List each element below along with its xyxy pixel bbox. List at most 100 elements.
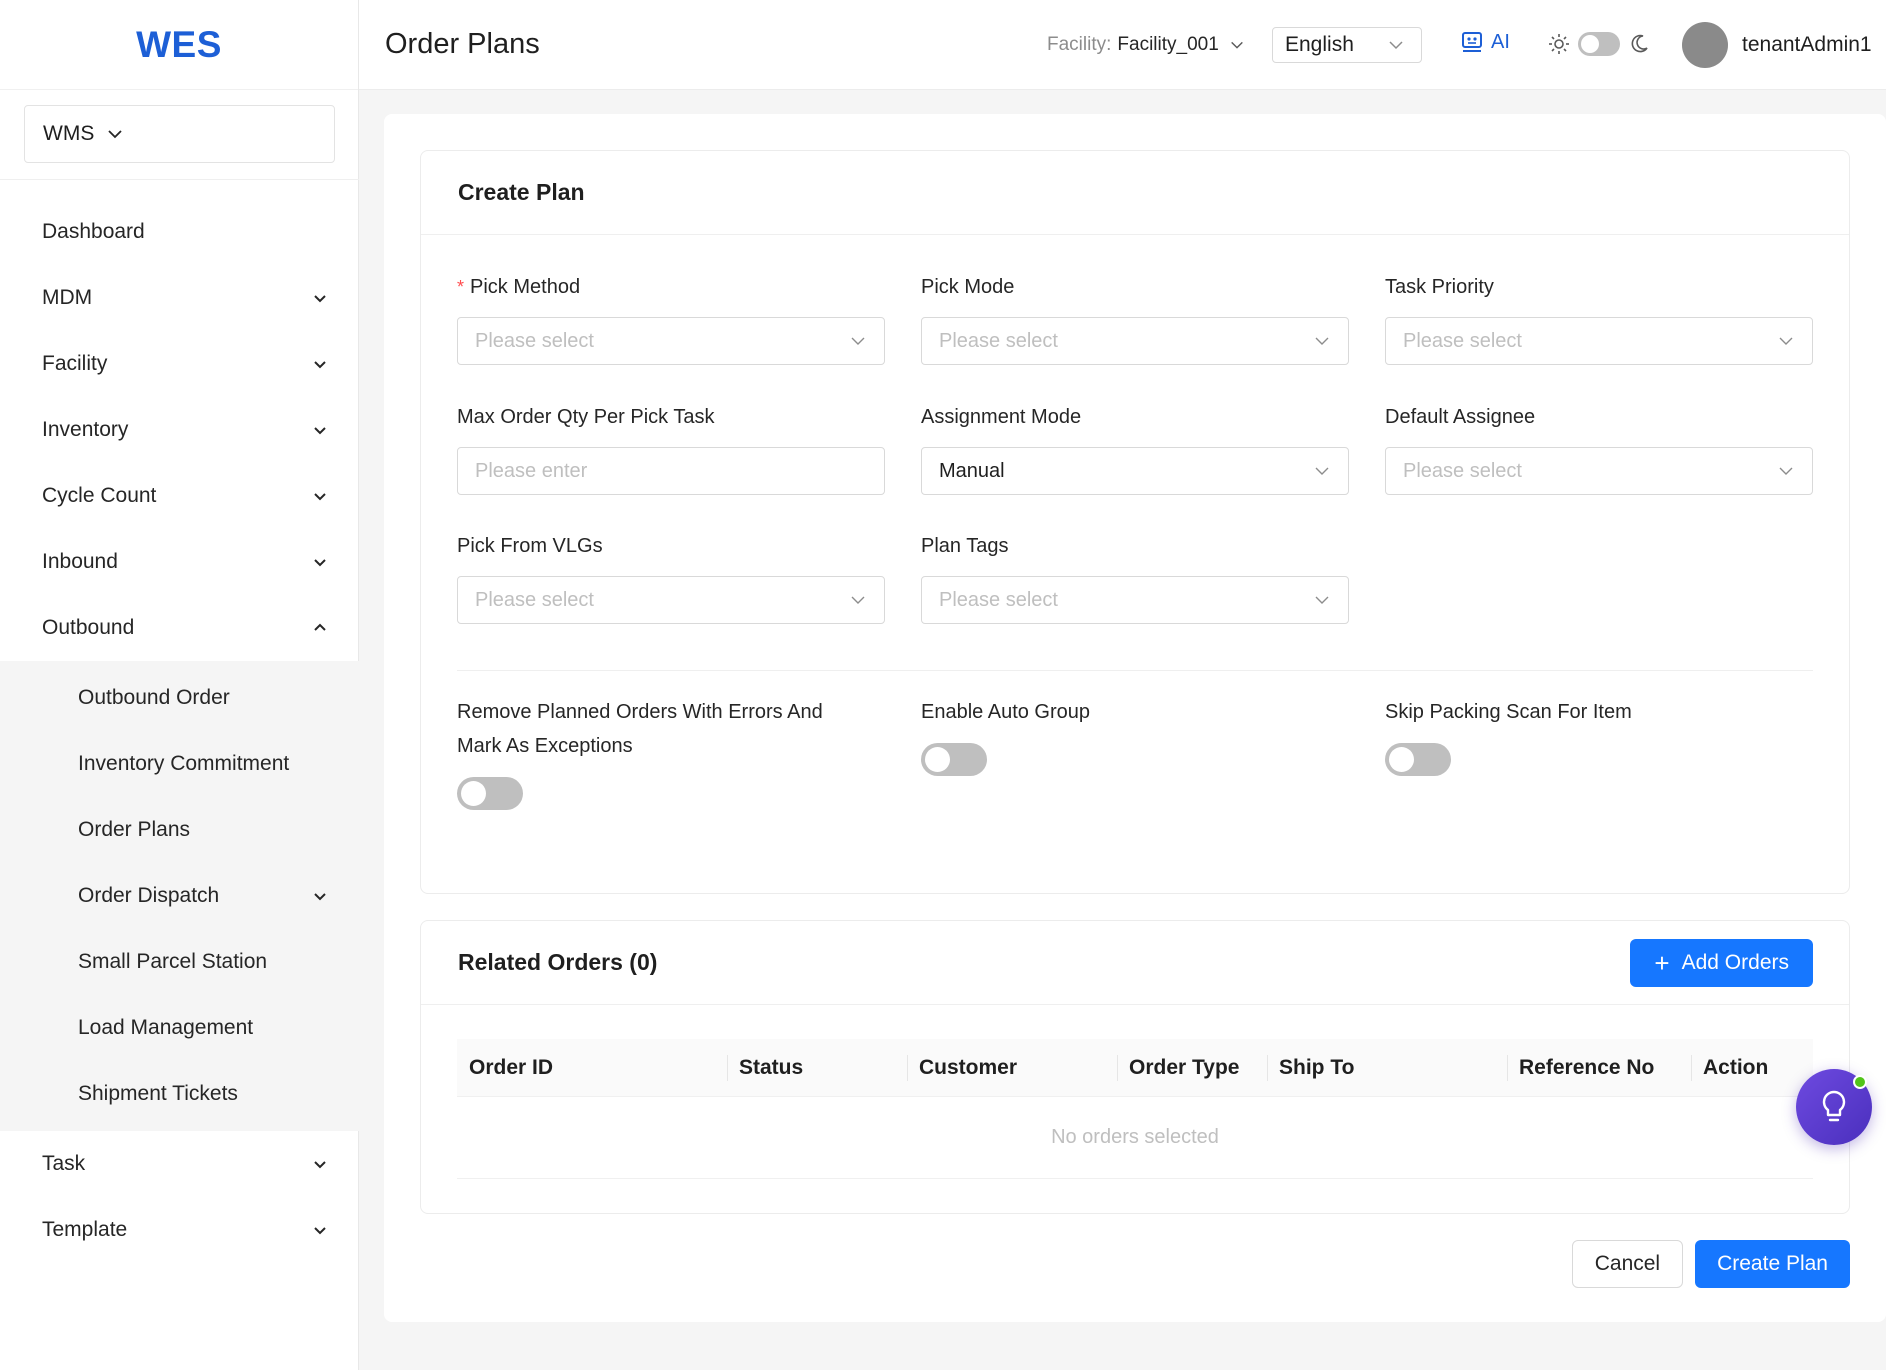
sidebar-item-label: Template (42, 1218, 128, 1241)
plan-tags-field: Plan Tags Please select (921, 534, 1349, 624)
skip-packing-label: Skip Packing Scan For Item (1385, 701, 1632, 723)
sidebar-item-label: Inventory Commitment (78, 752, 290, 775)
pick-method-select[interactable]: Please select (457, 317, 885, 365)
username: tenantAdmin1 (1742, 33, 1872, 56)
max-order-qty-input[interactable]: Please enter (457, 447, 885, 495)
sidebar-item-label: Shipment Tickets (78, 1082, 238, 1105)
remove-planned-toggle[interactable] (457, 777, 523, 810)
create-plan-panel: Create Plan * Pick Method Please select P… (420, 150, 1850, 894)
col-order-id[interactable]: Order ID (457, 1039, 727, 1096)
pick-mode-select[interactable]: Please select (921, 317, 1349, 365)
task-priority-placeholder: Please select (1403, 329, 1522, 352)
cancel-button[interactable]: Cancel (1571, 1240, 1684, 1288)
pick-from-vlgs-select[interactable]: Please select (457, 576, 885, 624)
ai-label: AI (1491, 30, 1510, 53)
chevron-down-icon (1315, 337, 1329, 345)
remove-planned-label: Remove Planned Orders With Errors And Ma… (457, 701, 823, 757)
ai-button[interactable]: AI (1461, 30, 1510, 54)
col-customer[interactable]: Customer (907, 1039, 1117, 1096)
required-asterisk: * (457, 277, 465, 297)
sidebar-item-small-parcel-station[interactable]: Small Parcel Station (0, 929, 359, 995)
sidebar-item-dashboard[interactable]: Dashboard (0, 199, 359, 265)
default-assignee-label: Default Assignee (1385, 406, 1536, 428)
pick-method-field: * Pick Method Please select (457, 275, 885, 365)
chevron-up-icon (314, 623, 326, 631)
sidebar: WES WMS Dashboard MDM Facility Inventory… (0, 0, 359, 1370)
sidebar-item-load-management[interactable]: Load Management (0, 995, 359, 1061)
col-order-type[interactable]: Order Type (1117, 1039, 1267, 1096)
skip-packing-toggle[interactable] (1385, 743, 1451, 776)
sidebar-item-shipment-tickets[interactable]: Shipment Tickets (0, 1061, 359, 1127)
plan-tags-placeholder: Please select (939, 588, 1058, 611)
sidebar-item-label: Cycle Count (42, 484, 157, 507)
sidebar-item-outbound-order[interactable]: Outbound Order (0, 665, 359, 731)
online-status-dot (1853, 1075, 1867, 1089)
sidebar-item-label: Order Dispatch (78, 884, 220, 907)
facility-value: Facility_001 (1117, 34, 1219, 55)
col-ship-to[interactable]: Ship To (1267, 1039, 1507, 1096)
app-switcher[interactable]: WMS (24, 105, 335, 163)
sidebar-item-label: Task (42, 1152, 86, 1175)
pick-from-vlgs-placeholder: Please select (475, 588, 594, 611)
create-plan-title: Create Plan (421, 151, 1849, 235)
col-status[interactable]: Status (727, 1039, 907, 1096)
orders-table: Order ID Status Customer Order Type Ship… (457, 1039, 1813, 1179)
sidebar-item-label: Small Parcel Station (78, 950, 268, 973)
sidebar-item-inbound[interactable]: Inbound (0, 529, 359, 595)
chevron-down-icon (314, 427, 326, 435)
language-select[interactable]: English (1272, 27, 1422, 63)
sidebar-item-outbound[interactable]: Outbound (0, 595, 359, 661)
sidebar-item-order-dispatch[interactable]: Order Dispatch (0, 863, 359, 929)
app-logo: WES (0, 0, 358, 90)
sidebar-item-label: Inbound (42, 550, 118, 573)
sidebar-item-mdm[interactable]: MDM (0, 265, 359, 331)
sidebar-item-cycle-count[interactable]: Cycle Count (0, 463, 359, 529)
chevron-down-icon (314, 493, 326, 501)
default-assignee-placeholder: Please select (1403, 459, 1522, 482)
assignment-mode-value: Manual (939, 459, 1005, 482)
chevron-down-icon (314, 893, 326, 901)
chevron-down-icon (1779, 337, 1793, 345)
sidebar-item-label: Load Management (78, 1016, 254, 1039)
sidebar-item-label: Outbound (42, 616, 135, 639)
default-assignee-select[interactable]: Please select (1385, 447, 1813, 495)
chevron-down-icon (314, 559, 326, 567)
chevron-down-icon (314, 1161, 326, 1169)
sidebar-item-inventory-commitment[interactable]: Inventory Commitment (0, 731, 359, 797)
pick-mode-field: Pick Mode Please select (921, 275, 1349, 365)
related-orders-title: Related Orders (0) (458, 949, 658, 975)
sidebar-item-order-plans[interactable]: Order Plans (0, 797, 359, 863)
theme-switch[interactable] (1548, 32, 1650, 56)
sidebar-item-task[interactable]: Task (0, 1131, 359, 1197)
create-plan-button[interactable]: Create Plan (1695, 1240, 1850, 1288)
col-action: Action (1691, 1039, 1813, 1096)
empty-state: No orders selected (457, 1097, 1813, 1179)
assignment-mode-field: Assignment Mode Manual (921, 405, 1349, 495)
add-orders-button[interactable]: + Add Orders (1630, 938, 1813, 987)
user-menu[interactable]: tenantAdmin1 (1682, 22, 1872, 68)
table-header: Order ID Status Customer Order Type Ship… (457, 1039, 1813, 1097)
pick-mode-placeholder: Please select (939, 329, 1058, 352)
sidebar-item-inventory[interactable]: Inventory (0, 397, 359, 463)
pick-mode-label: Pick Mode (921, 276, 1015, 298)
language-value: English (1285, 33, 1354, 56)
moon-icon (1631, 34, 1648, 53)
chevron-down-icon (1779, 467, 1793, 475)
task-priority-select[interactable]: Please select (1385, 317, 1813, 365)
pick-method-label: Pick Method (470, 276, 581, 298)
outbound-submenu: Outbound Order Inventory Commitment Orde… (0, 661, 359, 1131)
skip-packing-field: Skip Packing Scan For Item (1385, 695, 1813, 776)
theme-toggle[interactable] (1578, 32, 1620, 56)
col-reference-no[interactable]: Reference No (1507, 1039, 1691, 1096)
facility-selector[interactable]: Facility: Facility_001 (1047, 34, 1245, 56)
auto-group-toggle[interactable] (921, 743, 987, 776)
app-switcher-label: WMS (43, 122, 95, 145)
sidebar-divider (0, 179, 359, 180)
plan-tags-select[interactable]: Please select (921, 576, 1349, 624)
remove-planned-field: Remove Planned Orders With Errors And Ma… (457, 695, 857, 810)
sidebar-item-facility[interactable]: Facility (0, 331, 359, 397)
sidebar-item-template[interactable]: Template (0, 1197, 359, 1263)
auto-group-field: Enable Auto Group (921, 695, 1349, 776)
assignment-mode-select[interactable]: Manual (921, 447, 1349, 495)
sidebar-item-label: MDM (42, 286, 93, 309)
